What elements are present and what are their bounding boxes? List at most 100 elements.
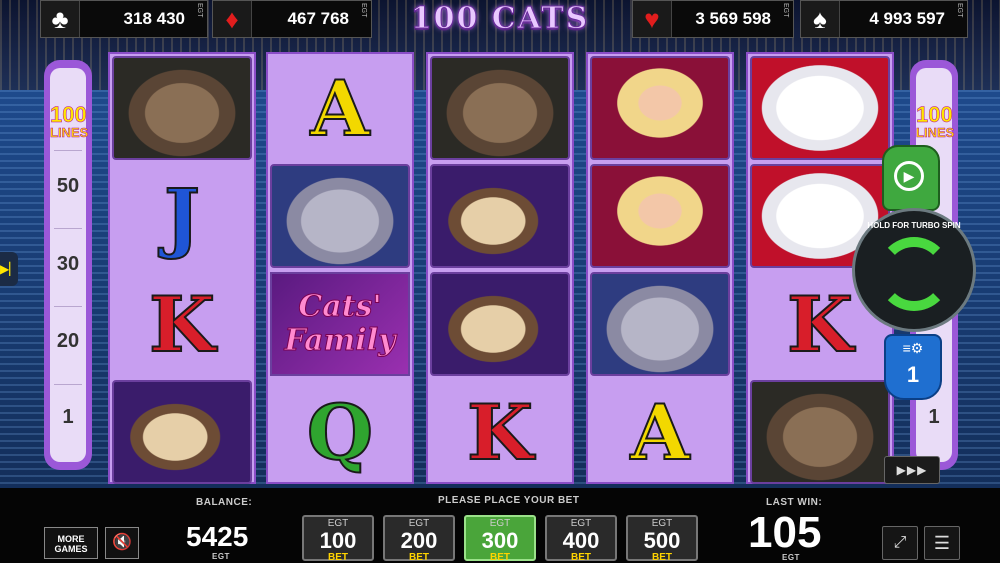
symbol-grey-cat: Grey cat [590, 272, 730, 376]
bet-value: 200 [400, 528, 438, 553]
last-win-label: LAST WIN: [766, 497, 823, 508]
scatter-text: Family [284, 323, 396, 358]
symbol-k: K [148, 279, 216, 370]
diamond-icon: ♦ [213, 1, 252, 37]
sound-muted-icon[interactable]: 🔇 [105, 527, 139, 559]
reel-cell: Siamese cat [112, 380, 252, 484]
symbol-white-cat: White cat [750, 56, 890, 160]
lines-badge: 100 LINES [916, 102, 955, 142]
balance-value: 5425 [186, 521, 249, 552]
symbol-tabby-cat: Tabby cat [750, 380, 890, 484]
balance-currency: EGT [212, 552, 230, 561]
more-games-button[interactable]: MORE GAMES [44, 527, 98, 559]
bet-label: BET [409, 552, 429, 563]
reel: Tabby catSiamese catSiamese catK [426, 52, 574, 484]
reel-cell: J [112, 164, 252, 268]
reel: AGrey catCats'FamilyQ [266, 52, 414, 484]
side-panel-tab[interactable]: ▶▏ [0, 252, 18, 286]
symbol-a: A [630, 387, 691, 478]
autoplay-icon: ▶ [894, 161, 924, 191]
last-win-currency: EGT [782, 553, 800, 562]
lines-label: LINES [50, 125, 89, 141]
line-number[interactable]: 1 [50, 406, 86, 429]
symbol-a: A [310, 63, 371, 154]
reel-cell: K [430, 380, 570, 484]
jackpot-brand: EGT [196, 3, 203, 18]
jackpot-brand: EGT [956, 3, 963, 18]
bet-value: 300 [481, 528, 519, 553]
bet-value: 100 [319, 528, 357, 553]
spin-hint: HOLD FOR TURBO SPIN [867, 221, 961, 230]
symbol-grey-cat: Grey cat [270, 164, 410, 268]
jackpot-clubs: ♣ 318 430 EGT [40, 0, 208, 38]
bet-button[interactable]: EGT 500 BET [626, 515, 698, 563]
symbol-siamese-cat: Siamese cat [430, 272, 570, 376]
symbol-blonde-woman: Blonde woman [590, 56, 730, 160]
symbol-cats-family-scatter: Cats' Family [270, 272, 410, 376]
club-icon: ♣ [41, 1, 80, 37]
symbol-k: K [466, 387, 534, 478]
reel-cell: Blonde woman [590, 56, 730, 160]
bet-button[interactable]: EGT 400 BET [545, 515, 617, 563]
reel-cell: Grey cat [270, 164, 410, 268]
bet-value: 400 [562, 528, 600, 553]
symbol-j: J [163, 171, 201, 262]
symbol-q: Q [306, 387, 374, 478]
symbol-tabby-cat: Tabby cat [112, 56, 252, 160]
settings-icon: ≡⚙ [902, 340, 924, 356]
line-number[interactable]: 30 [50, 253, 86, 276]
bet-label: BET [490, 552, 510, 563]
line-number[interactable]: 1 [916, 406, 952, 429]
reel-cell: Grey cat [590, 272, 730, 376]
bet-button[interactable]: EGT 100 BET [302, 515, 374, 563]
symbol-tabby-cat: Tabby cat [430, 56, 570, 160]
spade-icon: ♠ [801, 1, 840, 37]
symbol-siamese-cat: Siamese cat [430, 164, 570, 268]
bet-button[interactable]: EGT 200 BET [383, 515, 455, 563]
jackpot-brand: EGT [782, 3, 789, 18]
reel: Blonde womanBlonde womanGrey catA [586, 52, 734, 484]
bet-button[interactable]: EGT 300 BET [464, 515, 536, 563]
reel-cell: Blonde woman [590, 164, 730, 268]
jackpot-value: 318 430 [123, 9, 185, 28]
settings-button[interactable]: ≡⚙ 1 [884, 334, 942, 400]
heart-icon: ♥ [633, 1, 672, 37]
lines-label: LINES [916, 125, 955, 141]
reel-cell: Tabby cat [112, 56, 252, 160]
symbol-blonde-woman: Blonde woman [590, 164, 730, 268]
reel-cell: Tabby cat [430, 56, 570, 160]
fast-forward-icon[interactable]: ▶▶▶ [884, 456, 940, 484]
scatter-text: Cats' [298, 289, 382, 324]
line-number[interactable]: 20 [50, 330, 86, 353]
jackpot-spades: ♠ 4 993 597 EGT [800, 0, 968, 38]
spin-arrows-icon [877, 237, 951, 311]
lines-panel-left: 100 LINES 50 30 20 1 [44, 60, 92, 470]
reel-cell: Tabby cat [750, 380, 890, 484]
reel-cell: A [590, 380, 730, 484]
spin-button[interactable]: HOLD FOR TURBO SPIN [852, 208, 976, 332]
lines-badge: 100 LINES [50, 103, 89, 142]
lines-count: 100 [916, 102, 953, 127]
jackpot-value: 467 768 [287, 9, 349, 28]
bet-label: BET [652, 552, 672, 563]
bet-label: BET [328, 552, 348, 563]
reel-cell: Q [270, 380, 410, 484]
balance-label: BALANCE: [196, 497, 253, 508]
fullscreen-icon[interactable]: ⤢ [882, 526, 918, 560]
symbol-siamese-cat: Siamese cat [112, 380, 252, 484]
game-title: 100 CATS [410, 1, 590, 36]
bet-label: BET [571, 552, 591, 563]
autoplay-button[interactable]: ▶ [882, 145, 940, 211]
jackpot-brand: EGT [360, 3, 367, 18]
jackpot-hearts: ♥ 3 569 598 EGT [632, 0, 794, 38]
hamburger-menu-icon[interactable]: ☰ [924, 526, 960, 560]
reel-cell: Cats' Family [270, 272, 410, 376]
reel-cell: A [270, 56, 410, 160]
line-number[interactable]: 50 [50, 175, 86, 198]
bet-value: 500 [643, 528, 681, 553]
jackpot-diamonds: ♦ 467 768 EGT [212, 0, 372, 38]
reel: Tabby cat JK Siamese cat [108, 52, 256, 484]
jackpot-value: 4 993 597 [869, 9, 945, 28]
reel-cell: White cat [750, 56, 890, 160]
bet-prompt: PLEASE PLACE YOUR BET [438, 495, 580, 506]
